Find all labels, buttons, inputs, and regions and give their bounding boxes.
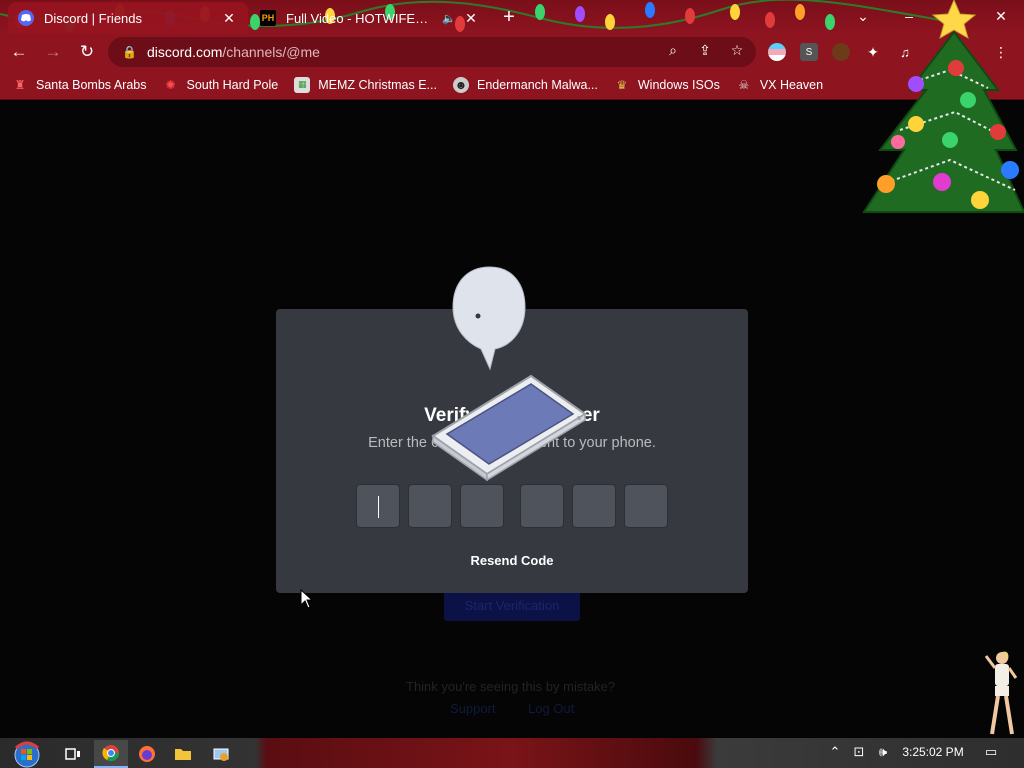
file-explorer-icon[interactable] xyxy=(166,740,200,768)
forward-arrow-icon[interactable]: → xyxy=(38,37,68,67)
vx-heaven-icon: ☠ xyxy=(738,77,750,92)
bookmark-star-icon[interactable]: ☆ xyxy=(728,41,746,59)
close-tab-icon[interactable]: ✕ xyxy=(220,9,238,27)
bookmark-label: Santa Bombs Arabs xyxy=(36,77,147,92)
pride-flag-extension-icon[interactable] xyxy=(768,43,786,61)
bookmark-label: South Hard Pole xyxy=(186,77,279,92)
resend-code-button[interactable]: Resend Code xyxy=(462,553,562,568)
enderman-icon: ☻ xyxy=(452,76,469,93)
code-digit-2[interactable] xyxy=(408,484,452,528)
reload-icon[interactable]: ↻ xyxy=(72,37,102,67)
support-link[interactable]: Support xyxy=(450,701,496,716)
tab-title: Full Video - HOTWIFEXXX - xyxy=(286,10,437,26)
search-icon[interactable]: ⌕ xyxy=(664,41,682,59)
mouse-cursor-icon xyxy=(300,589,314,609)
bookmark-santa-bombs[interactable]: ♜ Santa Bombs Arabs xyxy=(12,77,147,93)
screen: Discord | Friends ✕ PH Full Video - HOTW… xyxy=(0,0,1024,768)
tab-discord-friends[interactable]: Discord | Friends ✕ xyxy=(8,2,248,34)
bookmark-label: MEMZ Christmas E... xyxy=(318,77,437,92)
log-out-link[interactable]: Log Out xyxy=(528,701,574,716)
control-panel-icon[interactable] xyxy=(204,740,238,768)
bookmark-vx-heaven[interactable]: ☠ VX Heaven xyxy=(736,77,823,93)
s-extension-icon[interactable]: S xyxy=(800,43,818,61)
show-hidden-icons-chevron-icon[interactable]: ⌃ xyxy=(826,744,844,760)
start-orb-icon[interactable] xyxy=(8,740,46,768)
bookmark-label: Windows ISOs xyxy=(637,77,720,92)
network-icon[interactable]: ⊡ xyxy=(850,744,868,760)
memz-icon: ▦ xyxy=(294,76,311,93)
address-bar[interactable]: 🔒 discord.com/channels/@me xyxy=(108,37,756,67)
tab-title: Discord | Friends xyxy=(44,10,143,26)
code-digit-3[interactable] xyxy=(460,484,504,528)
discord-icon xyxy=(18,10,34,26)
santa-icon: ♜ xyxy=(14,77,26,92)
tab-full-video[interactable]: PH Full Video - HOTWIFEXXX - 🔈 ✕ xyxy=(250,2,490,34)
start-verification-button[interactable]: Start Verification xyxy=(444,589,580,621)
dancer-desktop-sprite xyxy=(984,651,1018,735)
code-digit-5[interactable] xyxy=(572,484,616,528)
code-digit-1[interactable] xyxy=(356,484,400,528)
action-center-icon[interactable]: ▭ xyxy=(982,744,1000,760)
bookmark-memz[interactable]: ▦ MEMZ Christmas E... xyxy=(294,76,437,93)
avatar-extension-icon[interactable] xyxy=(832,43,850,61)
firefox-icon[interactable] xyxy=(130,740,164,768)
close-tab-icon[interactable]: ✕ xyxy=(462,9,480,27)
bookmark-south-hard-pole[interactable]: ✺ South Hard Pole xyxy=(162,77,278,93)
text-caret xyxy=(378,496,379,518)
task-view-icon[interactable] xyxy=(56,740,90,768)
pornhub-favicon-icon: PH xyxy=(260,10,276,26)
mistake-text: Think you're seeing this by mistake? xyxy=(406,679,616,694)
bookmark-windows-isos[interactable]: ♛ Windows ISOs xyxy=(614,77,720,93)
back-arrow-icon[interactable]: ← xyxy=(4,37,34,67)
bookmark-label: Endermanch Malwa... xyxy=(476,77,598,92)
url-path: /channels/@me xyxy=(222,44,320,60)
windows-iso-icon: ♛ xyxy=(616,77,628,92)
windows-taskbar: ⌃ ⊡ 🕪 3:25:02 PM ▭ xyxy=(0,738,1024,768)
lock-icon[interactable]: 🔒 xyxy=(122,45,137,59)
chrome-icon[interactable] xyxy=(94,740,128,768)
volume-icon[interactable]: 🕪 xyxy=(874,744,892,760)
share-icon[interactable]: ⇪ xyxy=(696,41,714,59)
new-tab-button[interactable]: + xyxy=(497,6,521,28)
speaker-icon[interactable]: 🔈 xyxy=(442,12,456,25)
phone-speech-bubble-illustration xyxy=(431,266,587,481)
bookmark-endermanch[interactable]: ☻ Endermanch Malwa... xyxy=(452,76,598,93)
taskbar-clock[interactable]: 3:25:02 PM xyxy=(898,745,968,759)
bookmark-label: VX Heaven xyxy=(759,77,824,92)
snowflake-icon: ✺ xyxy=(165,77,176,92)
url-host: discord.com xyxy=(146,44,223,60)
code-digit-6[interactable] xyxy=(624,484,668,528)
christmas-tree-decoration xyxy=(862,0,1024,213)
code-digit-4[interactable] xyxy=(520,484,564,528)
